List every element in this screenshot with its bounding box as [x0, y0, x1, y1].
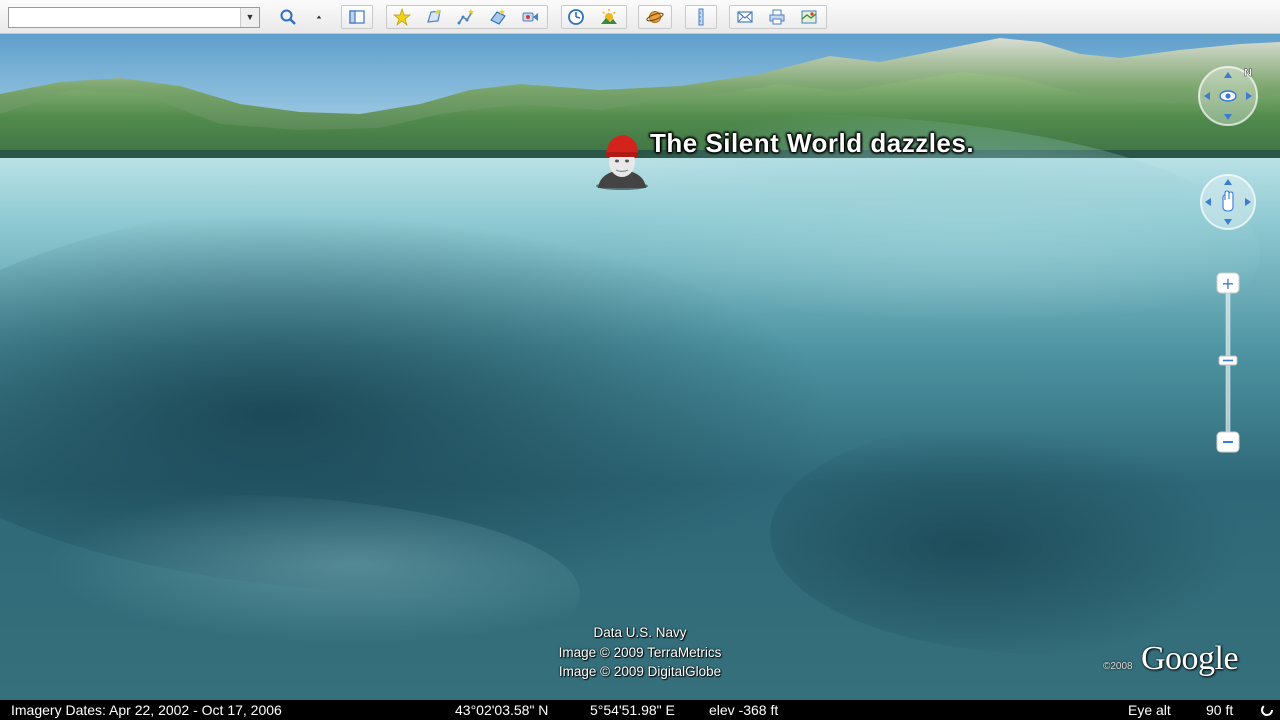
- historical-imagery-icon: [568, 9, 584, 25]
- ruler-icon: [698, 8, 704, 26]
- add-polygon-button[interactable]: [422, 6, 446, 28]
- eye-alt-label: Eye alt: [1128, 702, 1171, 718]
- chevron-down-icon[interactable]: ▼: [240, 8, 259, 27]
- view-in-maps-button[interactable]: [797, 6, 821, 28]
- email-button[interactable]: [733, 6, 757, 28]
- search-icon: [280, 9, 296, 25]
- add-placemark-icon: [393, 8, 411, 26]
- sidebar-toggle-button[interactable]: [345, 6, 369, 28]
- switch-planet-icon: [646, 11, 664, 23]
- ruler-button[interactable]: [689, 6, 713, 28]
- tour-caption: The Silent World dazzles.: [650, 128, 975, 158]
- historical-imagery-button[interactable]: [564, 6, 588, 28]
- switch-planet-button[interactable]: [643, 6, 667, 28]
- loading-spinner-icon: [1261, 704, 1273, 716]
- sunlight-icon: [601, 9, 617, 24]
- look-control[interactable]: N: [1196, 64, 1260, 128]
- email-icon: [737, 11, 753, 23]
- earth-view[interactable]: The Silent World dazzles. N + Data U.S. …: [0, 34, 1280, 700]
- add-polygon-icon: [427, 9, 441, 23]
- add-image-overlay-icon: [490, 9, 506, 25]
- add-placemark-button[interactable]: [390, 6, 414, 28]
- diver-avatar-icon[interactable]: [594, 132, 650, 190]
- add-path-icon: [457, 9, 474, 25]
- record-tour-icon: [522, 12, 538, 22]
- logo-copyright: ©2008: [1103, 661, 1133, 672]
- sunlight-button[interactable]: [597, 6, 621, 28]
- search-combobox[interactable]: ▼: [8, 7, 260, 28]
- toolbar: ▼: [0, 0, 1280, 34]
- longitude-readout: 5°54'51.98" E: [590, 702, 675, 718]
- record-tour-button[interactable]: [518, 6, 542, 28]
- hand-icon: [1222, 190, 1234, 212]
- status-bar: Imagery Dates: Apr 22, 2002 - Oct 17, 20…: [0, 700, 1280, 720]
- eye-alt-value: 90 ft: [1206, 702, 1234, 718]
- collapse-search-button[interactable]: [311, 6, 327, 28]
- imagery-attribution: Data U.S. Navy Image © 2009 TerraMetrics…: [540, 623, 740, 682]
- attribution-line: Data U.S. Navy: [593, 625, 687, 640]
- elevation-readout: elev -368 ft: [709, 702, 779, 718]
- view-in-maps-icon: [801, 10, 817, 24]
- google-logo: Google: [1141, 640, 1239, 677]
- add-image-overlay-button[interactable]: [486, 6, 510, 28]
- print-icon: [769, 9, 785, 25]
- attribution-line: Image © 2009 TerraMetrics: [558, 644, 722, 660]
- print-button[interactable]: [765, 6, 789, 28]
- move-control[interactable]: [1198, 172, 1258, 232]
- collapse-arrow-icon: [316, 15, 322, 19]
- search-button[interactable]: [276, 6, 300, 28]
- north-indicator[interactable]: N: [1244, 67, 1252, 79]
- attribution-line: Image © 2009 DigitalGlobe: [558, 664, 722, 679]
- plus-icon: +: [1221, 274, 1234, 293]
- add-path-button[interactable]: [454, 6, 478, 28]
- search-input[interactable]: [9, 8, 249, 27]
- imagery-dates: Imagery Dates: Apr 22, 2002 - Oct 17, 20…: [11, 702, 282, 718]
- sidebar-toggle-icon: [349, 10, 365, 24]
- latitude-readout: 43°02'03.58" N: [455, 702, 549, 718]
- zoom-slider[interactable]: +: [1216, 272, 1240, 454]
